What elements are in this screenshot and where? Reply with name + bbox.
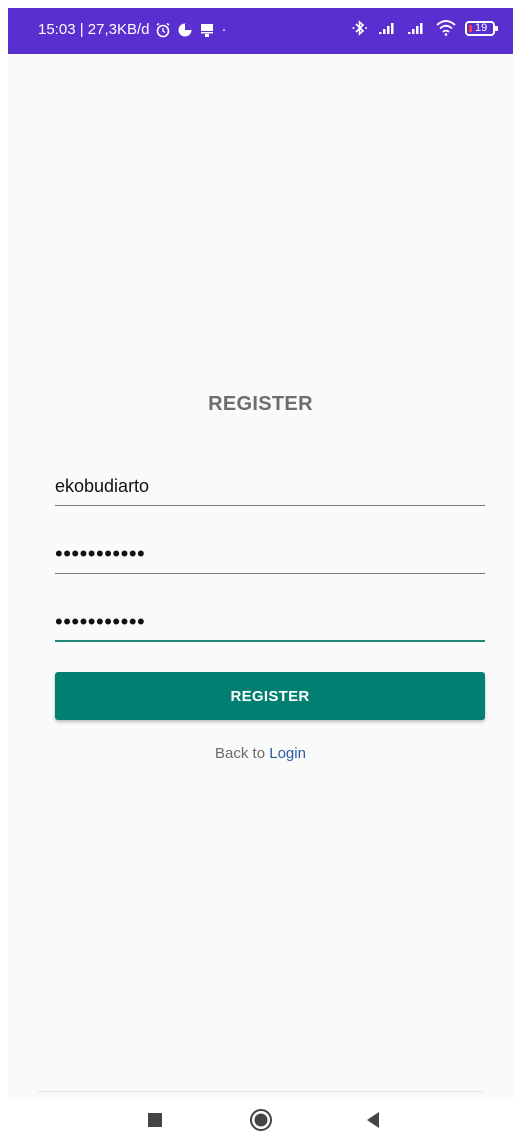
bluetooth-icon [351, 20, 369, 36]
status-bar: 15:03 | 27,3KB/d · 19 [8, 8, 513, 54]
username-input[interactable] [55, 470, 485, 502]
confirm-password-field[interactable]: ••••••••••• [55, 606, 485, 642]
page-title: REGISTER [208, 393, 313, 415]
status-right: 19 [351, 20, 498, 36]
signal-icon [378, 21, 398, 35]
app-screen: 15:03 | 27,3KB/d · 19 REGISTER ekobudiar… [8, 8, 513, 1099]
alarm-icon [155, 22, 171, 38]
username-field[interactable] [55, 470, 485, 506]
password-input[interactable]: ••••••••••• [55, 543, 145, 565]
status-time-speed: 15:03 | 27,3KB/d [38, 21, 150, 38]
back-to-text: Back to [215, 745, 266, 762]
confirm-password-underline [55, 640, 485, 642]
username-underline [55, 505, 485, 506]
nav-divider [38, 1091, 483, 1092]
battery-icon: 19 [465, 20, 498, 36]
status-dot: · [221, 21, 227, 38]
battery-fill [469, 24, 472, 32]
register-button[interactable]: REGISTER [55, 672, 485, 720]
wifi-icon [436, 20, 456, 36]
data-saver-icon [177, 22, 193, 38]
usb-icon [199, 22, 215, 38]
status-left: 15:03 | 27,3KB/d · [38, 21, 226, 38]
battery-level: 19 [475, 21, 488, 34]
password-field[interactable]: ••••••••••• [55, 538, 485, 574]
recents-square-icon[interactable] [140, 1107, 170, 1133]
confirm-password-input[interactable]: ••••••••••• [55, 611, 145, 633]
home-circle-icon[interactable] [246, 1107, 276, 1133]
back-to-login-row: Back to Login [8, 745, 513, 762]
password-underline [55, 573, 485, 574]
navigation-bar [0, 1099, 521, 1139]
login-link[interactable]: Login [269, 745, 306, 762]
signal-icon [407, 21, 427, 35]
back-triangle-icon[interactable] [358, 1107, 388, 1133]
